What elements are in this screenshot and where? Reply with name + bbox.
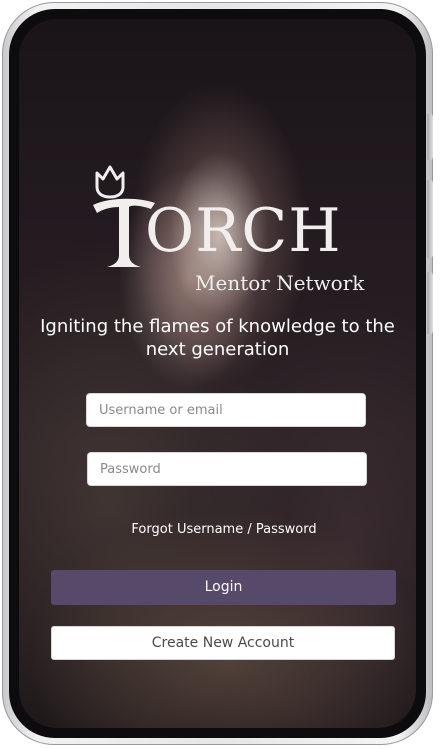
create-account-button[interactable]: Create New Account xyxy=(51,626,395,660)
logo-subtitle: Mentor Network xyxy=(195,271,365,295)
login-screen: ORCH Mentor Network Igniting the flames … xyxy=(19,19,416,728)
tagline: Igniting the flames of knowledge to the … xyxy=(40,316,395,360)
torch-logo: ORCH Mentor Network xyxy=(79,159,369,299)
password-input[interactable] xyxy=(87,452,367,486)
login-button[interactable]: Login xyxy=(51,570,396,605)
username-input[interactable] xyxy=(86,393,366,427)
phone-frame: ORCH Mentor Network Igniting the flames … xyxy=(2,2,433,745)
phone-side-button xyxy=(427,114,433,160)
tulip-torch-icon xyxy=(95,165,125,199)
phone-bezel: ORCH Mentor Network Igniting the flames … xyxy=(9,9,426,738)
phone-power-button xyxy=(427,272,433,334)
logo-wordmark: ORCH xyxy=(145,196,342,266)
phone-volume-button xyxy=(427,180,433,258)
forgot-credentials-link[interactable]: Forgot Username / Password xyxy=(79,522,369,537)
